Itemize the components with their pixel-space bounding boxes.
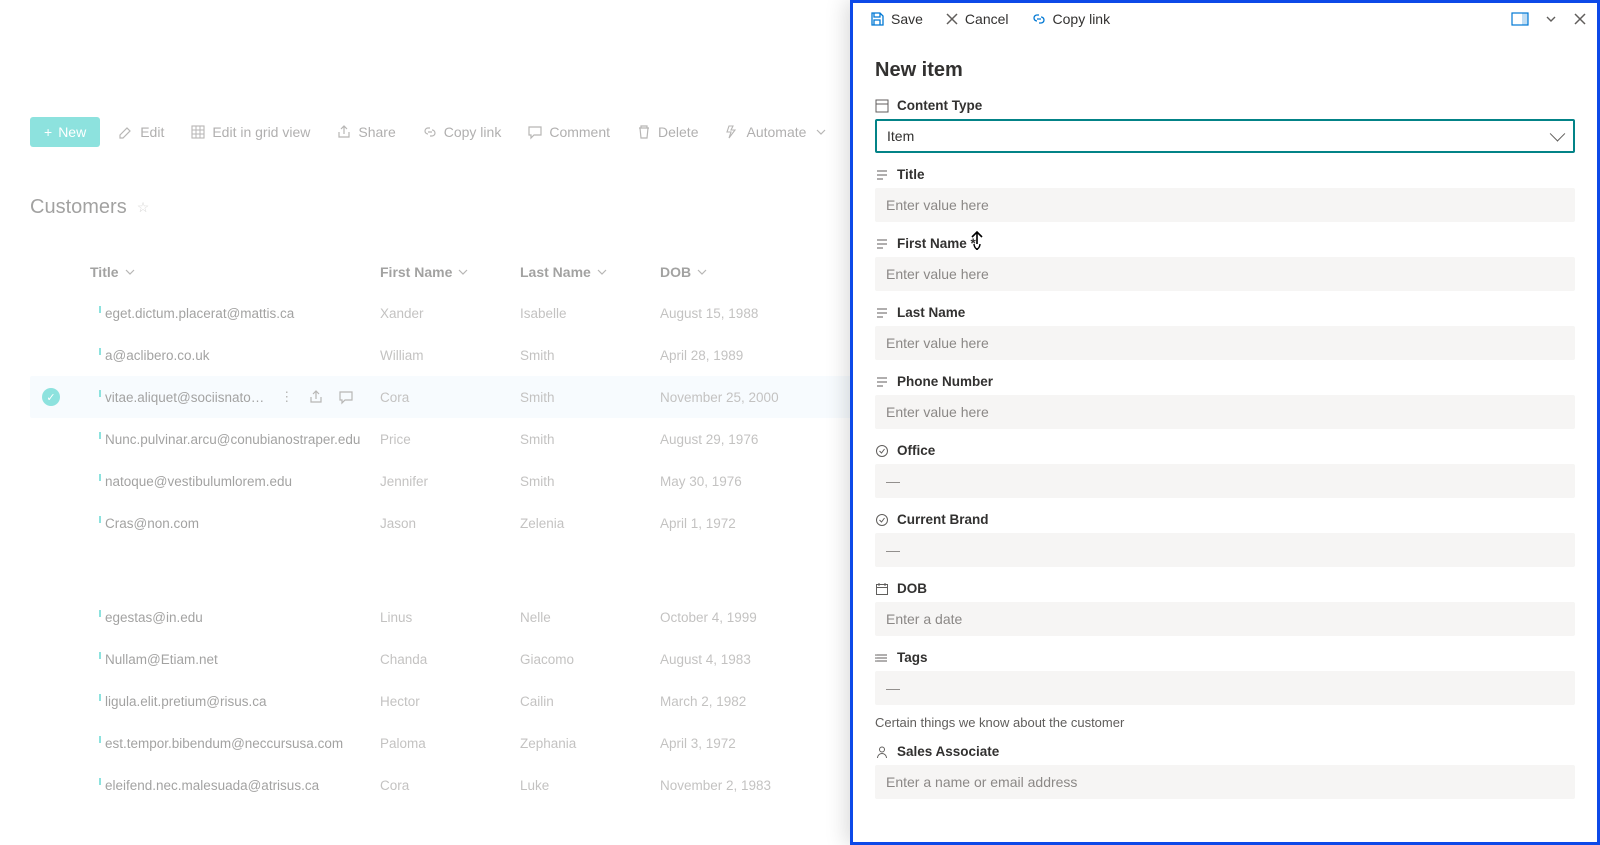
item-icon (90, 348, 101, 355)
item-icon (90, 736, 101, 743)
trash-icon (636, 124, 652, 140)
dock-icon[interactable] (1511, 12, 1529, 26)
copy-link-panel-button[interactable]: Copy link (1025, 7, 1117, 31)
brand-input[interactable]: — (875, 533, 1575, 567)
share-icon (336, 124, 352, 140)
item-icon (90, 694, 101, 701)
tags-input[interactable]: — (875, 671, 1575, 705)
person-icon (875, 745, 889, 759)
chevron-down-icon (697, 267, 707, 277)
pencil-icon (118, 124, 134, 140)
item-icon (90, 778, 101, 785)
panel-toolbar: Save Cancel Copy link (853, 3, 1597, 35)
dob-label: DOB (897, 581, 927, 596)
copy-link-button[interactable]: Copy link (414, 118, 510, 146)
item-icon (90, 516, 101, 523)
chevron-down-icon (1550, 126, 1566, 142)
phone-label: Phone Number (897, 374, 993, 389)
last-name-input[interactable]: Enter value here (875, 326, 1575, 360)
panel-title: New item (875, 59, 1575, 82)
col-dob[interactable]: DOB (660, 264, 820, 280)
grid-icon (190, 124, 206, 140)
text-icon (875, 306, 889, 320)
phone-input[interactable]: Enter value here (875, 395, 1575, 429)
content-type-label: Content Type (897, 98, 982, 113)
check-icon[interactable]: ✓ (42, 388, 60, 406)
plus-icon: + (44, 124, 52, 140)
item-icon (90, 610, 101, 617)
tags-helper: Certain things we know about the custome… (875, 715, 1575, 730)
tags-icon (875, 651, 889, 665)
new-button[interactable]: + New (30, 117, 100, 147)
first-name-input[interactable]: Enter value here (875, 257, 1575, 291)
item-icon (90, 306, 101, 313)
favorite-star-icon[interactable]: ☆ (137, 199, 150, 216)
chevron-down-icon (816, 127, 826, 137)
new-item-panel: Save Cancel Copy link (850, 0, 1600, 845)
cancel-button[interactable]: Cancel (939, 7, 1015, 31)
chevron-down-icon[interactable] (1545, 13, 1557, 25)
item-icon (90, 390, 101, 397)
col-title[interactable]: Title (90, 264, 380, 280)
choice-icon (875, 513, 889, 527)
tags-label: Tags (897, 650, 928, 665)
calendar-icon (875, 582, 889, 596)
item-icon (90, 474, 101, 481)
edit-in-grid-button[interactable]: Edit in grid view (182, 118, 318, 146)
list-title: Customers (30, 196, 127, 219)
first-name-label: First Name * (897, 236, 976, 251)
comment-icon[interactable] (338, 390, 354, 405)
col-first[interactable]: First Name (380, 264, 520, 280)
new-label: New (58, 124, 86, 140)
content-type-icon (875, 99, 889, 113)
choice-icon (875, 444, 889, 458)
sales-label: Sales Associate (897, 744, 999, 759)
edit-button[interactable]: Edit (110, 118, 172, 146)
comment-icon (527, 124, 543, 140)
save-icon (869, 11, 885, 27)
item-icon (90, 432, 101, 439)
save-button[interactable]: Save (863, 7, 929, 31)
share-icon[interactable] (308, 390, 324, 405)
chevron-down-icon (458, 267, 468, 277)
delete-button[interactable]: Delete (628, 118, 706, 146)
close-icon (945, 12, 959, 26)
text-icon (875, 375, 889, 389)
share-button[interactable]: Share (328, 118, 403, 146)
comment-button[interactable]: Comment (519, 118, 618, 146)
office-input[interactable]: — (875, 464, 1575, 498)
flow-icon (724, 124, 740, 140)
dob-input[interactable]: Enter a date (875, 602, 1575, 636)
text-icon (875, 168, 889, 182)
title-label: Title (897, 167, 925, 182)
link-icon (422, 124, 438, 140)
link-icon (1031, 11, 1047, 27)
content-type-dropdown[interactable]: Item (875, 119, 1575, 153)
title-input[interactable]: Enter value here (875, 188, 1575, 222)
chevron-down-icon (125, 267, 135, 277)
col-last[interactable]: Last Name (520, 264, 660, 280)
last-name-label: Last Name (897, 305, 965, 320)
automate-button[interactable]: Automate (716, 118, 834, 146)
item-icon (90, 652, 101, 659)
close-panel-button[interactable] (1573, 12, 1587, 26)
command-bar: + New Edit Edit in grid view Share (30, 115, 878, 148)
sales-input[interactable]: Enter a name or email address (875, 765, 1575, 799)
chevron-down-icon (597, 267, 607, 277)
office-label: Office (897, 443, 935, 458)
ellipsis-icon[interactable]: ⋮ (280, 390, 294, 405)
text-icon (875, 237, 889, 251)
brand-label: Current Brand (897, 512, 989, 527)
